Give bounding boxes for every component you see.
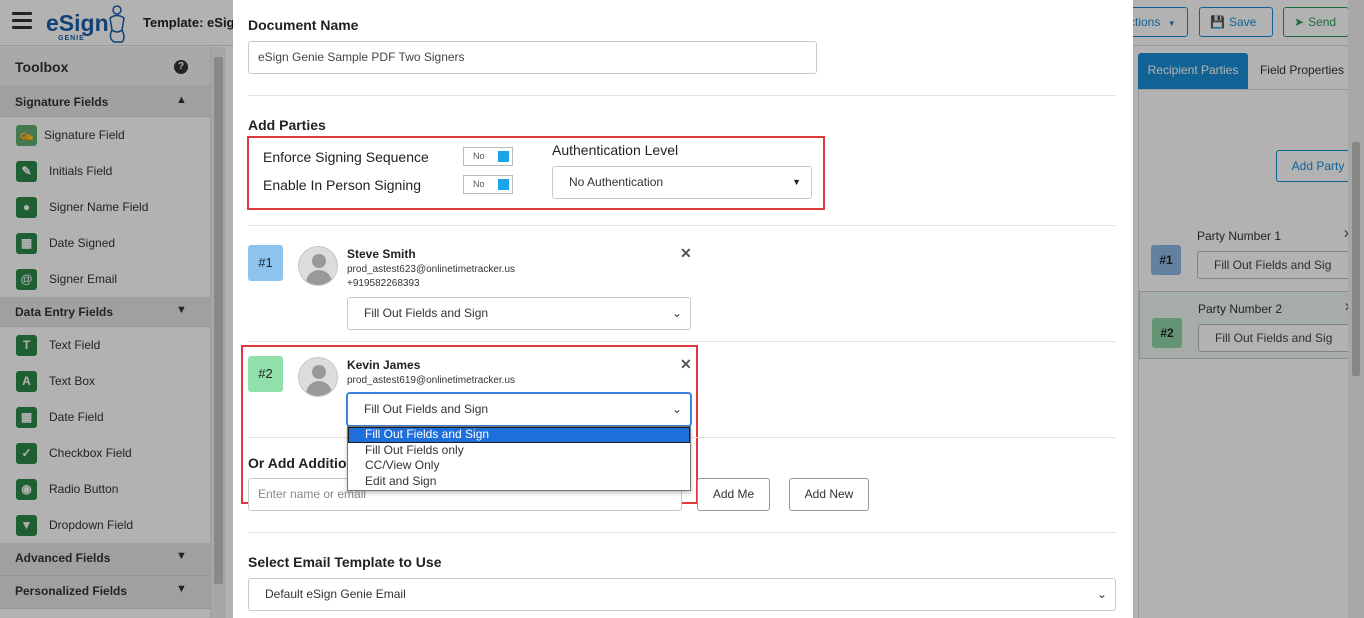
signer-name: Steve Smith [347, 247, 416, 261]
divider [248, 532, 1116, 533]
caret-down-icon: ▼ [792, 177, 801, 187]
signer-badge: #1 [248, 245, 283, 281]
signer-phone: +919582268393 [347, 278, 420, 289]
email-template-label: Select Email Template to Use [248, 554, 442, 570]
signer-email: prod_astest619@onlinetimetracker.us [347, 375, 516, 386]
signer-role-select[interactable]: Fill Out Fields and Sign ⌄ [347, 393, 691, 426]
authentication-level-select[interactable]: No Authentication ▼ [552, 166, 812, 199]
divider [248, 341, 1116, 342]
signer-badge: #2 [248, 356, 283, 392]
toggle-knob [498, 151, 509, 162]
add-parties-modal: Document Name eSign Genie Sample PDF Two… [233, 0, 1133, 618]
add-parties-label: Add Parties [248, 117, 326, 133]
add-me-button[interactable]: Add Me [697, 478, 770, 511]
role-dropdown-list[interactable]: Fill Out Fields and Sign Fill Out Fields… [347, 426, 691, 491]
toggle-value: No [473, 179, 485, 189]
or-add-additional-label: Or Add Addition [248, 455, 356, 471]
authentication-level-label: Authentication Level [552, 142, 679, 158]
dropdown-option[interactable]: CC/View Only [348, 458, 690, 474]
dropdown-option[interactable]: Edit and Sign [348, 474, 690, 490]
select-value: Fill Out Fields and Sign [364, 306, 489, 320]
enable-in-person-signing-label: Enable In Person Signing [263, 177, 421, 193]
document-name-label: Document Name [248, 17, 359, 33]
avatar [298, 357, 338, 397]
signer-role-select[interactable]: Fill Out Fields and Sign ⌄ [347, 297, 691, 330]
select-value: No Authentication [569, 175, 664, 189]
toggle-knob [498, 179, 509, 190]
signer-name: Kevin James [347, 358, 421, 372]
chevron-down-icon: ⌄ [671, 306, 682, 320]
select-value: Default eSign Genie Email [265, 587, 406, 601]
divider [248, 225, 1116, 226]
enforce-signing-sequence-toggle[interactable]: No [463, 147, 513, 166]
email-template-select[interactable]: Default eSign Genie Email ⌄ [248, 578, 1116, 611]
add-new-button[interactable]: Add New [789, 478, 869, 511]
select-value: Fill Out Fields and Sign [364, 402, 489, 416]
chevron-down-icon: ⌄ [671, 402, 682, 416]
avatar [298, 246, 338, 286]
toggle-value: No [473, 151, 485, 161]
divider [248, 95, 1116, 96]
close-icon[interactable]: ✕ [680, 356, 692, 373]
chevron-down-icon: ⌄ [1096, 587, 1107, 601]
document-name-input[interactable]: eSign Genie Sample PDF Two Signers [248, 41, 817, 74]
signer-email: prod_astest623@onlinetimetracker.us [347, 264, 516, 275]
close-icon[interactable]: ✕ [680, 245, 692, 262]
dropdown-option[interactable]: Fill Out Fields and Sign [348, 427, 690, 443]
dropdown-option[interactable]: Fill Out Fields only [348, 443, 690, 459]
enable-in-person-signing-toggle[interactable]: No [463, 175, 513, 194]
enforce-signing-sequence-label: Enforce Signing Sequence [263, 149, 429, 165]
